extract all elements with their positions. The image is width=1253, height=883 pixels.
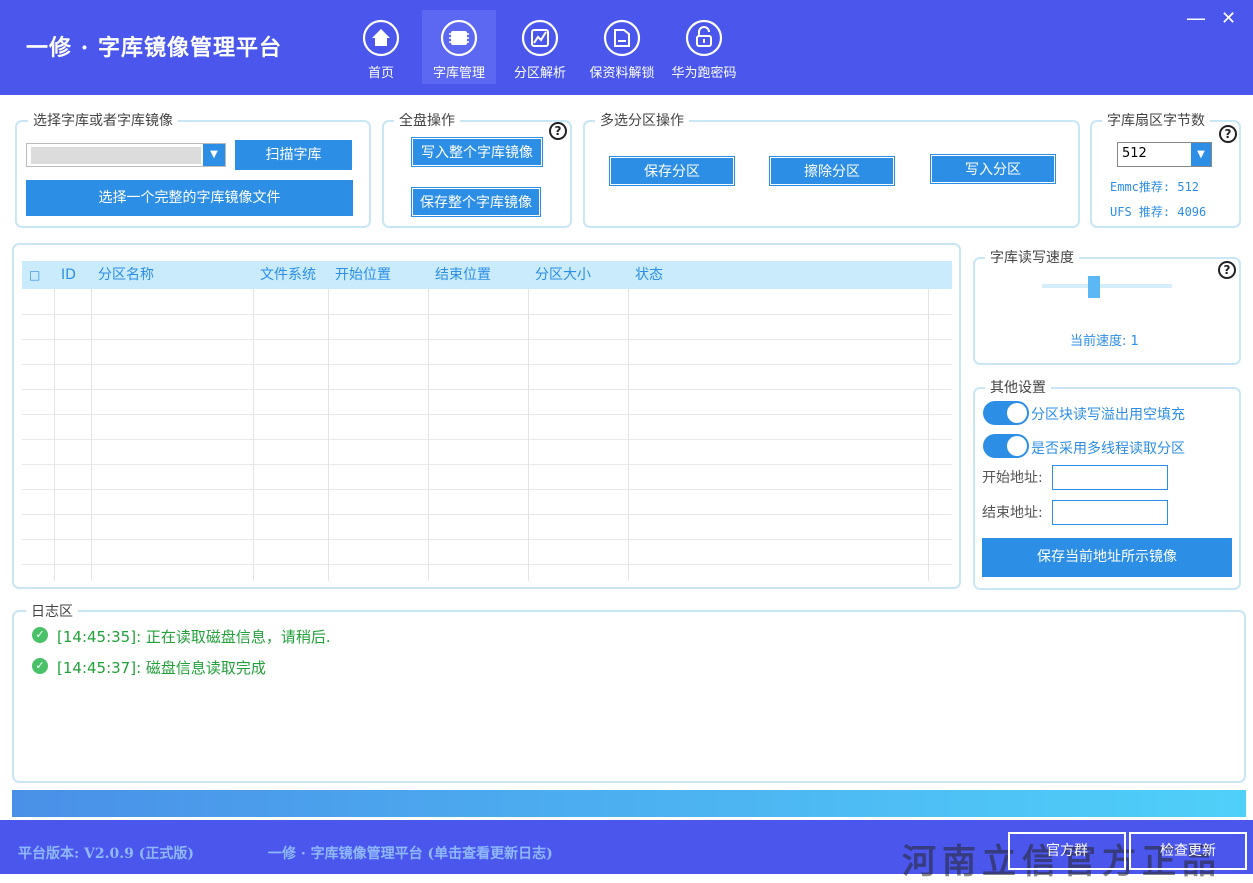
speed-slider-track[interactable] [1042, 284, 1172, 288]
table-column-divider [428, 289, 429, 581]
multi-partition-label: 多选分区操作 [595, 110, 689, 130]
log-entry: [14:45:35]: 正在读取磁盘信息，请稍后. [57, 628, 331, 646]
app-title: 一修 · 字库镜像管理平台 [26, 35, 282, 61]
table-row-divider [22, 364, 952, 365]
table-row-divider [22, 439, 952, 440]
folder-icon [603, 19, 641, 57]
fill-empty-toggle[interactable] [983, 401, 1029, 425]
end-address-label: 结束地址: [982, 505, 1043, 521]
version-text: 平台版本: V2.0.9 (正式版) [18, 846, 194, 862]
chevron-down-icon[interactable]: ▼ [1191, 143, 1211, 166]
column-start[interactable]: 开始位置 [335, 261, 391, 289]
write-partition-button[interactable]: 写入分区 [930, 154, 1056, 184]
chip-icon [440, 19, 478, 57]
select-all-checkbox[interactable]: □ [29, 261, 40, 289]
table-row-divider [22, 489, 952, 490]
other-settings-label: 其他设置 [985, 377, 1051, 397]
nav-library-manage[interactable]: 字库管理 [422, 10, 496, 84]
table-row-divider [22, 339, 952, 340]
table-row-divider [22, 539, 952, 540]
table-column-divider [253, 289, 254, 581]
log-label: 日志区 [26, 601, 78, 621]
table-row-divider [22, 464, 952, 465]
start-address-label: 开始地址: [982, 470, 1043, 486]
close-button[interactable]: ✕ [1221, 8, 1236, 29]
nav-huawei-password[interactable]: 华为跑密码 [666, 10, 742, 84]
speed-label: 字库读写速度 [985, 247, 1079, 267]
home-icon [362, 19, 400, 57]
table-row-divider [22, 314, 952, 315]
column-size[interactable]: 分区大小 [535, 261, 591, 289]
end-address-input[interactable] [1052, 500, 1168, 525]
official-group-button[interactable]: 官方群 [1008, 832, 1126, 870]
table-row-divider [22, 564, 952, 565]
multithread-toggle-label: 是否采用多线程读取分区 [1031, 441, 1185, 457]
erase-partition-button[interactable]: 擦除分区 [769, 156, 895, 186]
partition-table-header: □ ID 分区名称 文件系统 开始位置 结束位置 分区大小 状态 [22, 261, 952, 289]
table-column-divider [91, 289, 92, 581]
toggle-knob [1007, 436, 1027, 456]
sector-size-value: 512 [1122, 146, 1147, 161]
speed-help-icon[interactable]: ? [1218, 261, 1236, 279]
full-disk-help-icon[interactable]: ? [549, 122, 567, 140]
table-row-divider [22, 389, 952, 390]
column-id[interactable]: ID [61, 261, 76, 289]
nav-partition-parse[interactable]: 分区解析 [503, 10, 577, 84]
column-status[interactable]: 状态 [635, 261, 663, 289]
save-full-image-button[interactable]: 保存整个字库镜像 [411, 187, 541, 217]
select-library-label: 选择字库或者字库镜像 [28, 110, 178, 130]
progress-bar [12, 790, 1246, 817]
check-circle-icon: ✓ [32, 658, 48, 674]
nav-huawei-password-label: 华为跑密码 [671, 66, 737, 81]
check-circle-icon: ✓ [32, 627, 48, 643]
start-address-input[interactable] [1052, 465, 1168, 490]
speed-slider-thumb[interactable] [1088, 276, 1100, 298]
table-row-divider [22, 414, 952, 415]
save-address-image-button[interactable]: 保存当前地址所示镜像 [982, 538, 1232, 577]
sector-size-label: 字库扇区字节数 [1102, 110, 1210, 130]
fill-empty-toggle-label: 分区块读写溢出用空填充 [1031, 407, 1185, 423]
unlock-icon [685, 19, 723, 57]
save-partition-button[interactable]: 保存分区 [609, 156, 735, 186]
emmc-hint: Emmc推荐: 512 [1110, 180, 1200, 194]
minimize-button[interactable]: — [1186, 6, 1206, 30]
sector-help-icon[interactable]: ? [1219, 125, 1237, 143]
device-select[interactable]: ▼ [26, 143, 226, 167]
changelog-link[interactable]: 一修 · 字库镜像管理平台 (单击查看更新日志) [268, 843, 553, 863]
table-column-divider [528, 289, 529, 581]
partition-table-body [22, 289, 952, 581]
nav-library-manage-label: 字库管理 [432, 66, 485, 81]
nav-data-unlock-label: 保资料解锁 [589, 66, 655, 81]
nav-partition-parse-label: 分区解析 [513, 66, 566, 81]
check-update-button[interactable]: 检查更新 [1129, 832, 1247, 870]
table-column-divider [54, 289, 55, 581]
column-end[interactable]: 结束位置 [435, 261, 491, 289]
table-row-divider [22, 514, 952, 515]
current-speed-text: 当前速度: 1 [1070, 334, 1139, 349]
table-column-divider [328, 289, 329, 581]
write-full-image-button[interactable]: 写入整个字库镜像 [411, 137, 543, 167]
select-image-file-button[interactable]: 选择一个完整的字库镜像文件 [26, 180, 353, 216]
column-partition-name[interactable]: 分区名称 [98, 261, 154, 289]
table-column-divider [928, 289, 929, 581]
full-disk-label: 全盘操作 [394, 110, 460, 130]
table-column-divider [628, 289, 629, 581]
nav-home-label: 首页 [367, 66, 394, 81]
sector-size-select[interactable]: 512 ▼ [1117, 142, 1212, 167]
device-select-value [31, 147, 201, 164]
log-entry: [14:45:37]: 磁盘信息读取完成 [57, 659, 266, 677]
scan-library-button[interactable]: 扫描字库 [235, 140, 352, 170]
chart-icon [521, 19, 559, 57]
nav-data-unlock[interactable]: 保资料解锁 [584, 10, 660, 84]
chevron-down-icon[interactable]: ▼ [203, 144, 225, 166]
nav-home[interactable]: 首页 [344, 10, 418, 84]
ufs-hint: UFS 推荐: 4096 [1110, 205, 1207, 219]
toggle-knob [1007, 403, 1027, 423]
multithread-toggle[interactable] [983, 434, 1029, 458]
column-filesystem[interactable]: 文件系统 [260, 261, 316, 289]
